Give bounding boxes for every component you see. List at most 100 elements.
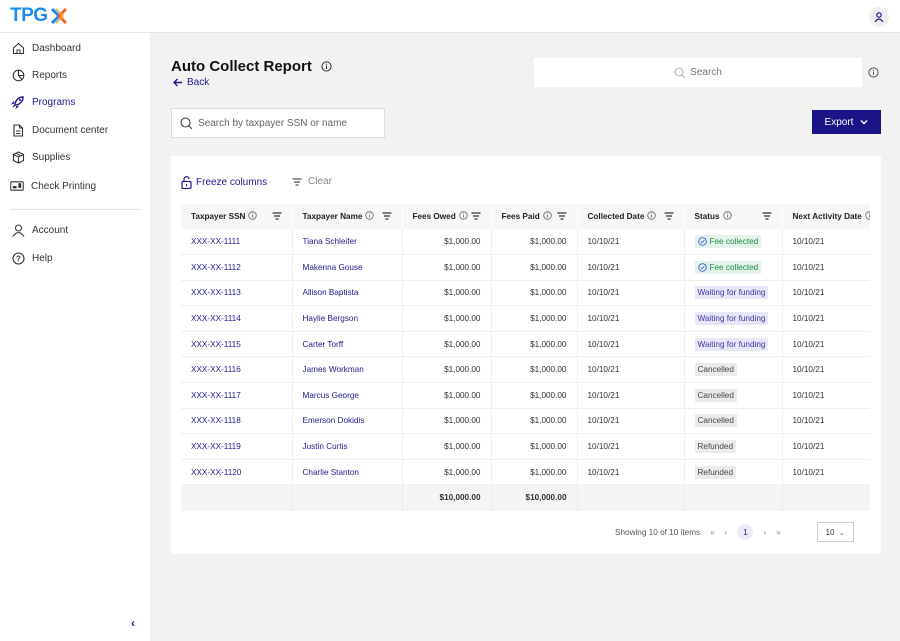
user-avatar[interactable] (869, 7, 889, 27)
sidebar-item-label: Document center (32, 124, 109, 136)
sidebar-item-supplies[interactable]: Supplies (11, 150, 70, 164)
first-page-button[interactable]: « (710, 528, 715, 537)
taxpayer-search-placeholder: Search by taxpayer SSN or name (198, 117, 347, 129)
logo[interactable]: TPG (10, 5, 68, 27)
info-icon[interactable] (647, 211, 657, 222)
next-activity-date-cell: 10/10/21 (782, 229, 870, 256)
name-cell[interactable]: Allison Baptista (292, 280, 403, 307)
name-cell[interactable]: Tiana Schleifer (292, 229, 403, 256)
filter-icon[interactable] (382, 211, 392, 222)
back-link[interactable]: Back (173, 77, 209, 88)
column-header-label: Taxpayer Name (302, 212, 363, 221)
name-cell[interactable]: Carter Torff (292, 331, 403, 358)
ssn-cell[interactable]: XXX-XX-1114 (181, 305, 293, 332)
table-row[interactable]: XXX-XX-1113 Allison Baptista $1,000.00 $1,0… (181, 280, 870, 307)
filter-icon[interactable] (557, 211, 567, 222)
freeze-columns-button[interactable]: Freeze columns (181, 176, 267, 189)
top-bar: TPG (0, 0, 900, 33)
next-page-button[interactable]: › (763, 528, 766, 537)
last-page-button[interactable]: » (776, 528, 781, 537)
filter-icon[interactable] (272, 211, 282, 222)
document-icon (11, 123, 25, 137)
page-size-select[interactable]: 10 ⌄ (817, 522, 854, 542)
table-row[interactable]: XXX-XX-1115 Carter Torff $1,000.00 $1,000.0… (181, 331, 870, 358)
name-cell[interactable]: Charlie Stanton (292, 459, 403, 486)
ssn-cell[interactable]: XXX-XX-1116 (181, 356, 293, 384)
table-row[interactable]: XXX-XX-1114 Haylie Bergson $1,000.00 $1,000… (181, 305, 870, 332)
column-header[interactable]: Status (684, 204, 783, 229)
info-icon[interactable] (321, 61, 332, 72)
status-cell: Refunded (684, 459, 783, 486)
sidebar-item-programs[interactable]: Programs (11, 95, 75, 109)
filter-icon[interactable] (664, 211, 674, 222)
table-row[interactable]: XXX-XX-1118 Emerson Dokidis $1,000.00 $1,00… (181, 408, 870, 435)
table-row[interactable]: XXX-XX-1111 Tiana Schleifer $1,000.00 $1,00… (181, 229, 870, 256)
ssn-cell[interactable]: XXX-XX-1119 (181, 433, 293, 460)
status-cell: Fee collected (684, 254, 783, 281)
sidebar-divider (10, 209, 141, 210)
ssn-cell[interactable]: XXX-XX-1118 (181, 408, 293, 435)
name-cell[interactable]: Haylie Bergson (292, 305, 403, 332)
column-header[interactable]: Fees Owed (402, 204, 492, 229)
ssn-cell[interactable]: XXX-XX-1115 (181, 331, 293, 358)
sidebar-item-reports[interactable]: Reports (11, 68, 67, 82)
sidebar-item-check-printing[interactable]: Check Printing (10, 179, 96, 193)
column-header[interactable]: Taxpayer Name (292, 204, 403, 229)
status-badge: Fee collected (694, 260, 762, 274)
filter-icon[interactable] (762, 211, 772, 222)
ssn-cell[interactable]: XXX-XX-1117 (181, 382, 293, 409)
totals-row: $10,000.00 $10,000.00 (181, 484, 870, 511)
filter-icon[interactable] (471, 211, 481, 222)
info-icon[interactable] (248, 211, 258, 222)
table-header-row: Taxpayer SSN Taxpayer Name Fees Owed Fees P… (181, 204, 870, 229)
status-badge: Cancelled (694, 388, 737, 402)
info-icon[interactable] (365, 211, 375, 222)
sidebar-item-label: Account (32, 224, 69, 236)
info-icon[interactable] (868, 67, 879, 78)
ssn-cell[interactable]: XXX-XX-1120 (181, 459, 293, 486)
status-badge: Cancelled (694, 414, 737, 428)
ssn-cell[interactable]: XXX-XX-1113 (181, 280, 293, 307)
rocket-icon (11, 95, 25, 109)
current-page-button[interactable]: 1 (737, 524, 754, 540)
prev-page-button[interactable]: ‹ (725, 528, 728, 537)
fees-owed-cell: $1,000.00 (402, 280, 492, 307)
info-icon[interactable] (722, 211, 732, 222)
table-row[interactable]: XXX-XX-1120 Charlie Stanton $1,000.00 $1,00… (181, 459, 870, 486)
column-header[interactable]: Next Activity Date (782, 204, 870, 229)
info-icon[interactable] (543, 211, 552, 222)
page-title: Auto Collect Report (171, 58, 312, 75)
collected-date-cell: 10/10/21 (577, 254, 685, 281)
status-badge: Cancelled (694, 363, 737, 377)
global-search-input[interactable]: Search (534, 58, 862, 87)
name-cell[interactable]: Marcus George (292, 382, 403, 409)
next-activity-date-cell: 10/10/21 (782, 408, 870, 435)
info-icon[interactable] (459, 211, 468, 222)
clear-filters-button[interactable]: Clear (292, 176, 332, 187)
empty-cell (292, 484, 403, 511)
export-button[interactable]: Export (812, 110, 881, 134)
collapse-sidebar-button[interactable]: ‹ (131, 616, 135, 630)
search-icon (674, 67, 686, 78)
name-cell[interactable]: Justin Curtis (292, 433, 403, 460)
table-row[interactable]: XXX-XX-1117 Marcus George $1,000.00 $1,000.… (181, 382, 870, 409)
column-header[interactable]: Fees Paid (491, 204, 578, 229)
sidebar-item-dashboard[interactable]: Dashboard (11, 41, 81, 55)
sidebar-item-help[interactable]: ? Help (11, 251, 53, 265)
ssn-cell[interactable]: XXX-XX-1112 (181, 254, 293, 281)
table-row[interactable]: XXX-XX-1119 Justin Curtis $1,000.00 $1,000.… (181, 433, 870, 460)
info-icon[interactable] (865, 211, 870, 222)
user-icon (11, 223, 25, 237)
ssn-cell[interactable]: XXX-XX-1111 (181, 229, 293, 256)
taxpayer-search-input[interactable]: Search by taxpayer SSN or name (171, 108, 385, 138)
table-row[interactable]: XXX-XX-1112 Makenna Gouse $1,000.00 $1,000.… (181, 254, 870, 281)
sidebar-item-document-center[interactable]: Document center (11, 123, 108, 137)
name-cell[interactable]: James Workman (292, 356, 403, 384)
status-badge: Refunded (694, 465, 737, 479)
column-header[interactable]: Collected Date (577, 204, 685, 229)
column-header[interactable]: Taxpayer SSN (181, 204, 293, 229)
sidebar-item-account[interactable]: Account (11, 223, 68, 237)
table-row[interactable]: XXX-XX-1116 James Workman $1,000.00 $1,000.… (181, 356, 870, 384)
name-cell[interactable]: Emerson Dokidis (292, 408, 403, 435)
name-cell[interactable]: Makenna Gouse (292, 254, 403, 281)
